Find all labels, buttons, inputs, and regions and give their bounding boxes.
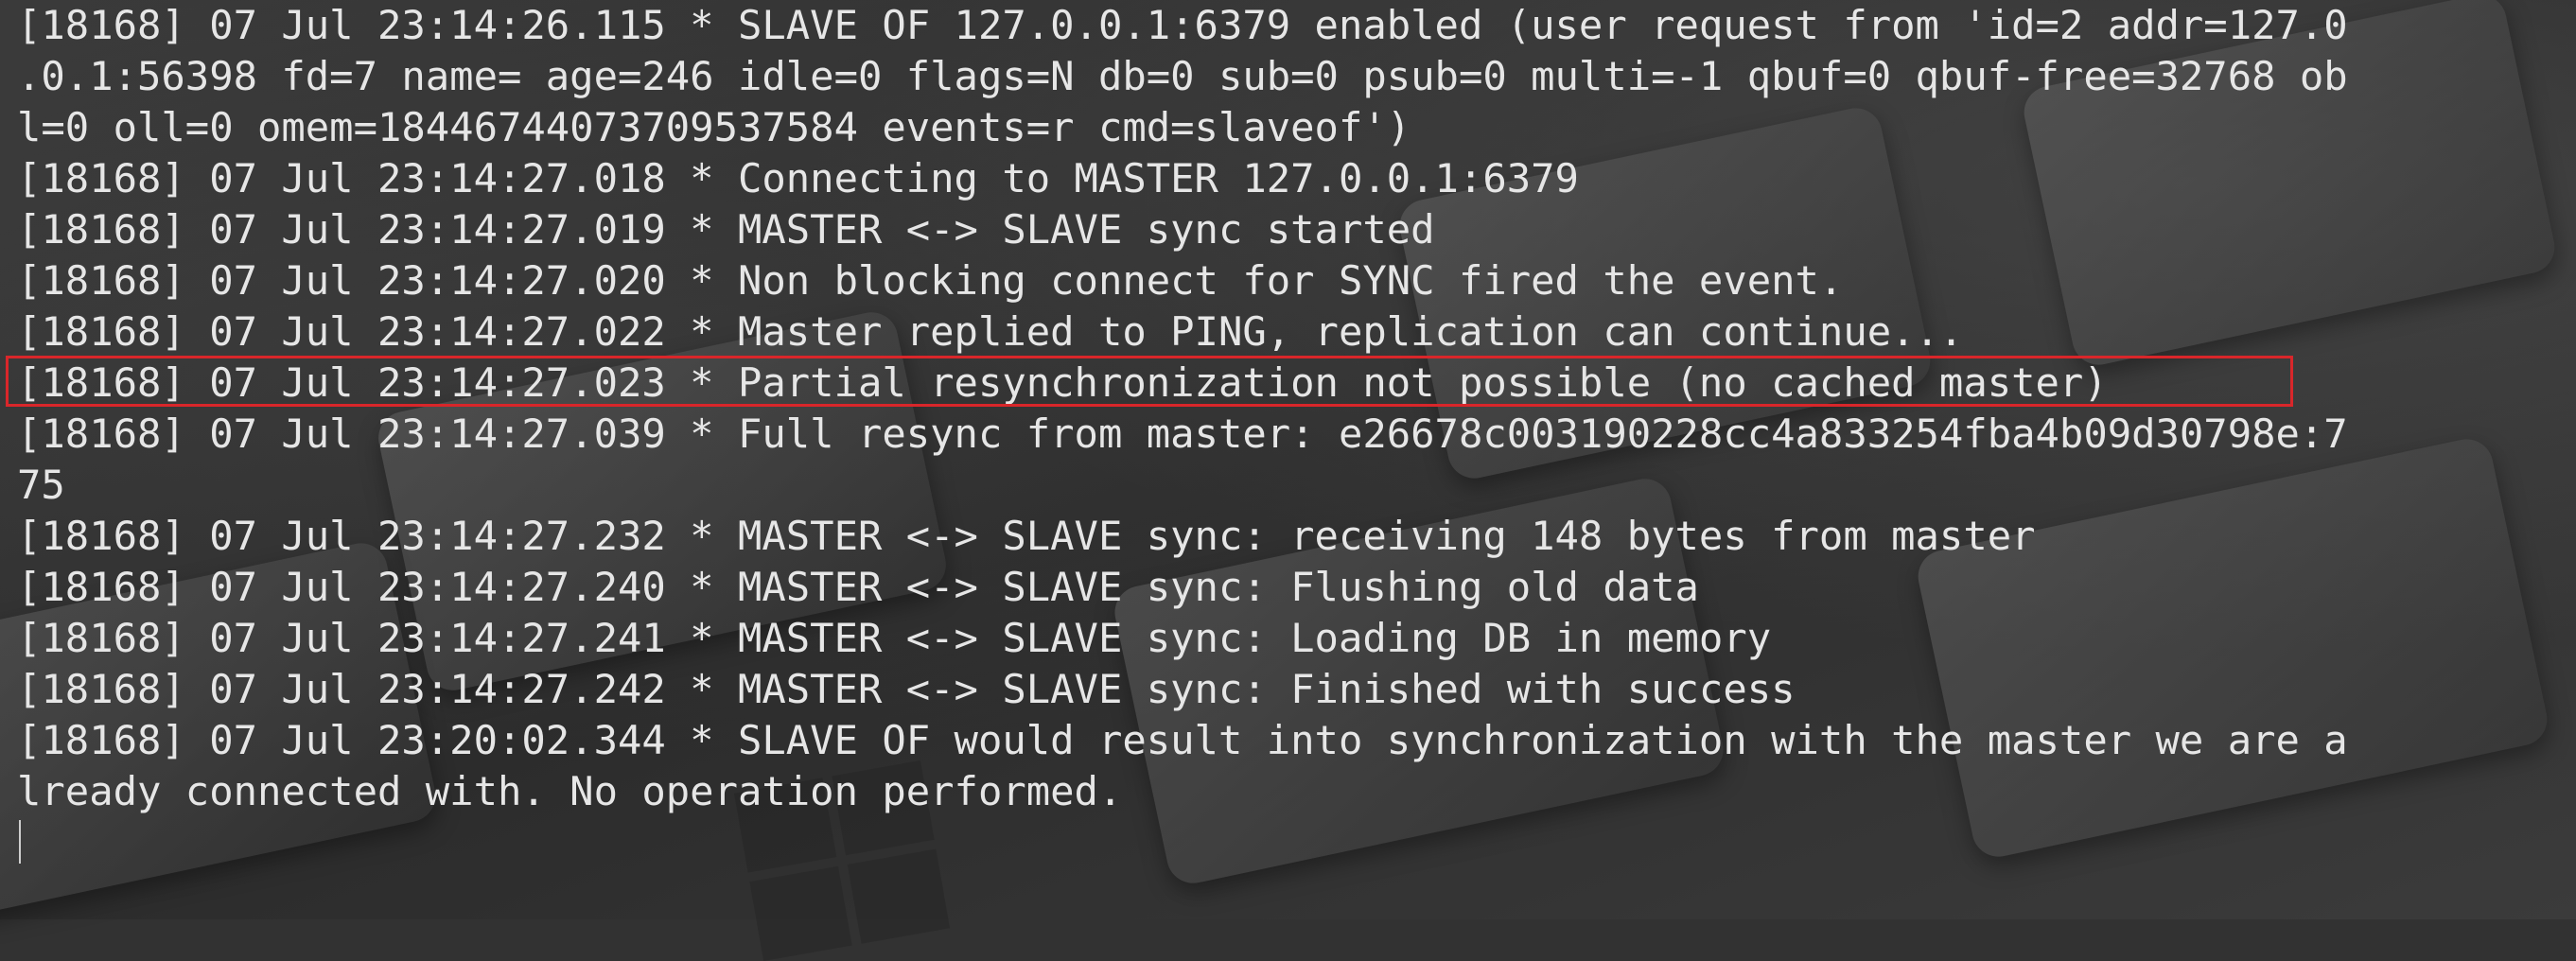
highlight-box xyxy=(6,356,2293,407)
log-line: [18168] 07 Jul 23:14:27.241 * MASTER <->… xyxy=(17,615,1772,661)
log-line: [18168] 07 Jul 23:14:27.018 * Connecting… xyxy=(17,155,1579,201)
log-line: l=0 oll=0 omem=18446744073709537584 even… xyxy=(17,104,1411,150)
log-line: [18168] 07 Jul 23:14:27.020 * Non blocki… xyxy=(17,257,1844,304)
log-line: [18168] 07 Jul 23:14:27.242 * MASTER <->… xyxy=(17,666,1796,712)
log-line: [18168] 07 Jul 23:14:27.240 * MASTER <->… xyxy=(17,564,1699,610)
log-line: [18168] 07 Jul 23:14:27.019 * MASTER <->… xyxy=(17,206,1435,253)
log-line: [18168] 07 Jul 23:20:02.344 * SLAVE OF w… xyxy=(17,717,2348,763)
terminal-scrollbar[interactable] xyxy=(2563,0,2576,919)
log-line: lready connected with. No operation perf… xyxy=(17,768,1123,814)
text-cursor xyxy=(19,820,21,864)
log-line: 75 xyxy=(17,462,65,508)
log-line: [18168] 07 Jul 23:14:27.039 * Full resyn… xyxy=(17,411,2348,457)
log-line: [18168] 07 Jul 23:14:27.022 * Master rep… xyxy=(17,308,1964,355)
terminal-output[interactable]: [18168] 07 Jul 23:14:26.115 * SLAVE OF 1… xyxy=(0,0,2576,919)
log-line: .0.1:56398 fd=7 name= age=246 idle=0 fla… xyxy=(17,53,2348,99)
log-line: [18168] 07 Jul 23:14:26.115 * SLAVE OF 1… xyxy=(17,2,2348,48)
log-line: [18168] 07 Jul 23:14:27.232 * MASTER <->… xyxy=(17,513,2036,559)
